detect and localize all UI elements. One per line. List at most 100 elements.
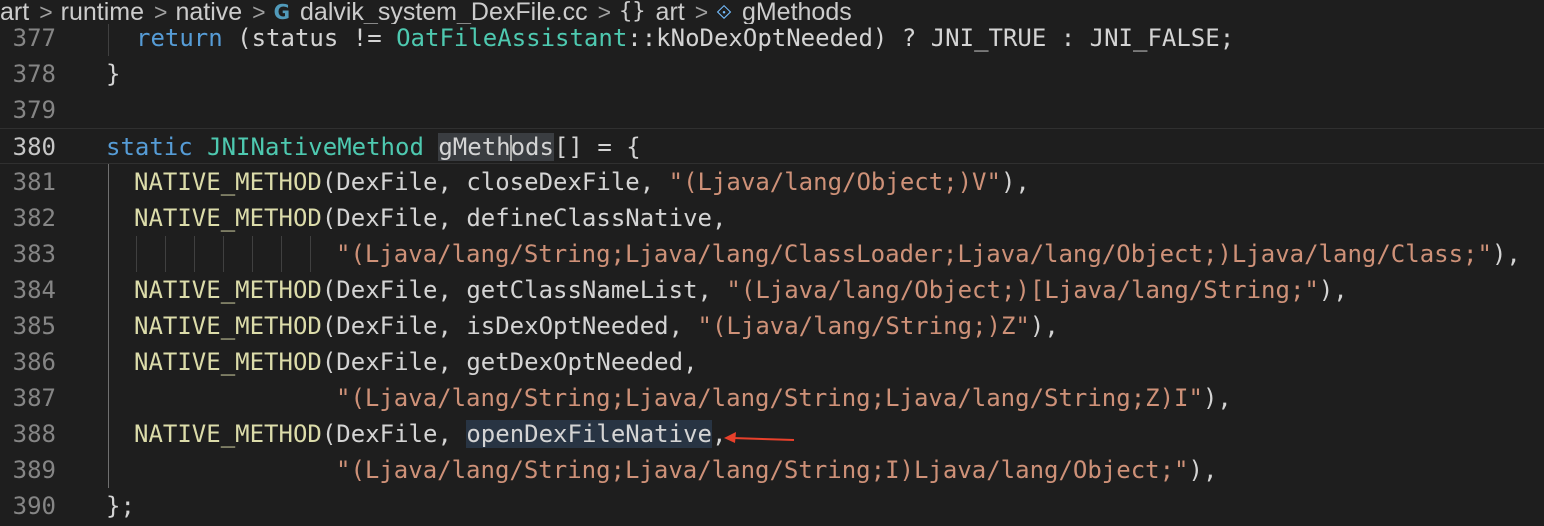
breadcrumb-separator: >: [154, 0, 168, 24]
code-token: (DexFile,: [321, 420, 467, 448]
identifier-token: ods: [510, 133, 554, 161]
line-number: 386: [12, 348, 56, 376]
code-token: };: [106, 492, 135, 520]
line-number: 389: [12, 456, 56, 484]
code-token: (DexFile, closeDexFile,: [321, 168, 669, 196]
code-editor[interactable]: 377 return (status != OatFileAssistant::…: [0, 20, 1544, 526]
macro-token: NATIVE_METHOD: [134, 348, 322, 376]
code-token: ),: [1000, 168, 1030, 196]
code-text: "(Ljava/lang/String;Ljava/lang/String;Lj…: [336, 380, 1232, 416]
breadcrumb-label: dalvik_system_DexFile.cc: [300, 0, 588, 24]
string-token: "(Ljava/lang/String;)Z": [697, 312, 1030, 340]
code-line[interactable]: 378 }: [0, 56, 1544, 92]
code-line[interactable]: 382 NATIVE_METHOD(DexFile, defineClassNa…: [0, 200, 1544, 236]
indent-guide: [108, 236, 109, 272]
code-line[interactable]: 390 };: [0, 488, 1544, 524]
breadcrumb-item-namespace[interactable]: {} art: [619, 0, 685, 24]
keyword-token: return: [136, 24, 223, 52]
code-text: NATIVE_METHOD(DexFile, defineClassNative…: [134, 200, 726, 236]
code-token: ),: [1029, 312, 1059, 340]
indent-guide: [108, 344, 109, 380]
breadcrumb-label: runtime: [60, 0, 144, 24]
breadcrumb: art > runtime > native > G dalvik_system…: [0, 0, 1544, 24]
code-token: ::kNoDexOptNeeded) ? JNI_TRUE : JNI_FALS…: [627, 24, 1235, 52]
macro-token: NATIVE_METHOD: [134, 276, 322, 304]
code-token: }: [106, 60, 121, 88]
indent-guide: [281, 236, 282, 272]
code-line-current[interactable]: 380 static JNINativeMethod gMethods[] = …: [0, 128, 1544, 164]
line-number: 385: [12, 312, 56, 340]
string-token: "(Ljava/lang/String;Ljava/lang/String;Lj…: [336, 384, 1203, 412]
code-text: NATIVE_METHOD(DexFile, isDexOptNeeded, "…: [134, 308, 1059, 344]
indent-guide: [108, 20, 109, 56]
line-number: 379: [12, 96, 56, 124]
code-token: (DexFile, defineClassNative,: [321, 204, 727, 232]
code-text: NATIVE_METHOD(DexFile, closeDexFile, "(L…: [134, 164, 1030, 200]
indent-guide: [108, 308, 109, 344]
breadcrumb-item-art[interactable]: art: [0, 0, 29, 24]
code-line[interactable]: 379: [0, 92, 1544, 128]
indent-guide: [108, 380, 109, 416]
code-text: NATIVE_METHOD(DexFile, getClassNameList,…: [134, 272, 1348, 308]
code-token: ),: [1188, 456, 1218, 484]
indent-guide: [165, 236, 166, 272]
breadcrumb-label: art: [0, 0, 30, 24]
code-text: static JNINativeMethod gMethods[] = {: [106, 129, 641, 165]
indent-guide: [136, 236, 137, 272]
identifier-token: gMeth: [438, 133, 511, 161]
macro-token: NATIVE_METHOD: [134, 420, 322, 448]
code-line[interactable]: 387 "(Ljava/lang/String;Ljava/lang/Strin…: [0, 380, 1544, 416]
code-token: [] = {: [553, 133, 641, 161]
string-token: "(Ljava/lang/Object;)V": [668, 168, 1001, 196]
breadcrumb-label: gMethods: [741, 0, 852, 24]
highlighted-identifier[interactable]: openDexFileNative: [466, 420, 712, 448]
code-line[interactable]: 389 "(Ljava/lang/String;Ljava/lang/Strin…: [0, 452, 1544, 488]
breadcrumb-item-native[interactable]: native: [175, 0, 242, 24]
breadcrumb-item-runtime[interactable]: runtime: [61, 0, 144, 24]
variable-icon: ⟐: [716, 0, 732, 24]
code-token: (DexFile, getClassNameList,: [321, 276, 727, 304]
indent-guide: [108, 452, 109, 488]
code-text: NATIVE_METHOD(DexFile, getDexOptNeeded,: [134, 344, 698, 380]
indent-guide: [310, 236, 311, 272]
breadcrumb-item-file[interactable]: G dalvik_system_DexFile.cc: [274, 0, 588, 24]
indent-guide: [252, 236, 253, 272]
code-text: return (status != OatFileAssistant::kNoD…: [136, 20, 1234, 56]
macro-token: NATIVE_METHOD: [134, 204, 322, 232]
line-number: 387: [12, 384, 56, 412]
macro-token: NATIVE_METHOD: [134, 168, 322, 196]
line-number: 383: [12, 240, 56, 268]
indent-guide: [108, 164, 109, 200]
code-line[interactable]: 386 NATIVE_METHOD(DexFile, getDexOptNeed…: [0, 344, 1544, 380]
highlighted-identifier: gMethods: [438, 133, 554, 161]
code-line[interactable]: 384 NATIVE_METHOD(DexFile, getClassNameL…: [0, 272, 1544, 308]
namespace-icon: {}: [619, 0, 646, 24]
breadcrumb-item-variable[interactable]: ⟐ gMethods: [716, 0, 852, 24]
code-line[interactable]: 377 return (status != OatFileAssistant::…: [0, 20, 1544, 56]
breadcrumb-separator: >: [694, 0, 709, 24]
code-text: "(Ljava/lang/String;Ljava/lang/String;I)…: [336, 452, 1217, 488]
code-text: NATIVE_METHOD(DexFile, openDexFileNative…: [134, 416, 726, 452]
type-token: JNINativeMethod: [207, 133, 424, 161]
indent-guide: [223, 236, 224, 272]
breadcrumb-separator: >: [39, 0, 53, 24]
indent-guide: [108, 272, 109, 308]
code-line[interactable]: 381 NATIVE_METHOD(DexFile, closeDexFile,…: [0, 164, 1544, 200]
keyword-token: static: [106, 133, 193, 161]
code-token: ),: [1491, 240, 1521, 268]
code-text: };: [106, 488, 135, 524]
code-line[interactable]: 383 "(Ljava/lang/String;Ljava/lang/Class…: [0, 236, 1544, 272]
code-token: (DexFile, getDexOptNeeded,: [321, 348, 698, 376]
line-number: 382: [12, 204, 56, 232]
breadcrumb-label: art: [655, 0, 685, 24]
code-line[interactable]: 385 NATIVE_METHOD(DexFile, isDexOptNeede…: [0, 308, 1544, 344]
code-text: }: [106, 56, 120, 92]
breadcrumb-separator: >: [597, 0, 612, 24]
line-number: 384: [12, 276, 56, 304]
code-token: (status !=: [222, 24, 397, 52]
indent-guide: [108, 416, 109, 452]
code-token: (DexFile, isDexOptNeeded,: [321, 312, 698, 340]
string-token: "(Ljava/lang/String;Ljava/lang/ClassLoad…: [336, 240, 1492, 268]
